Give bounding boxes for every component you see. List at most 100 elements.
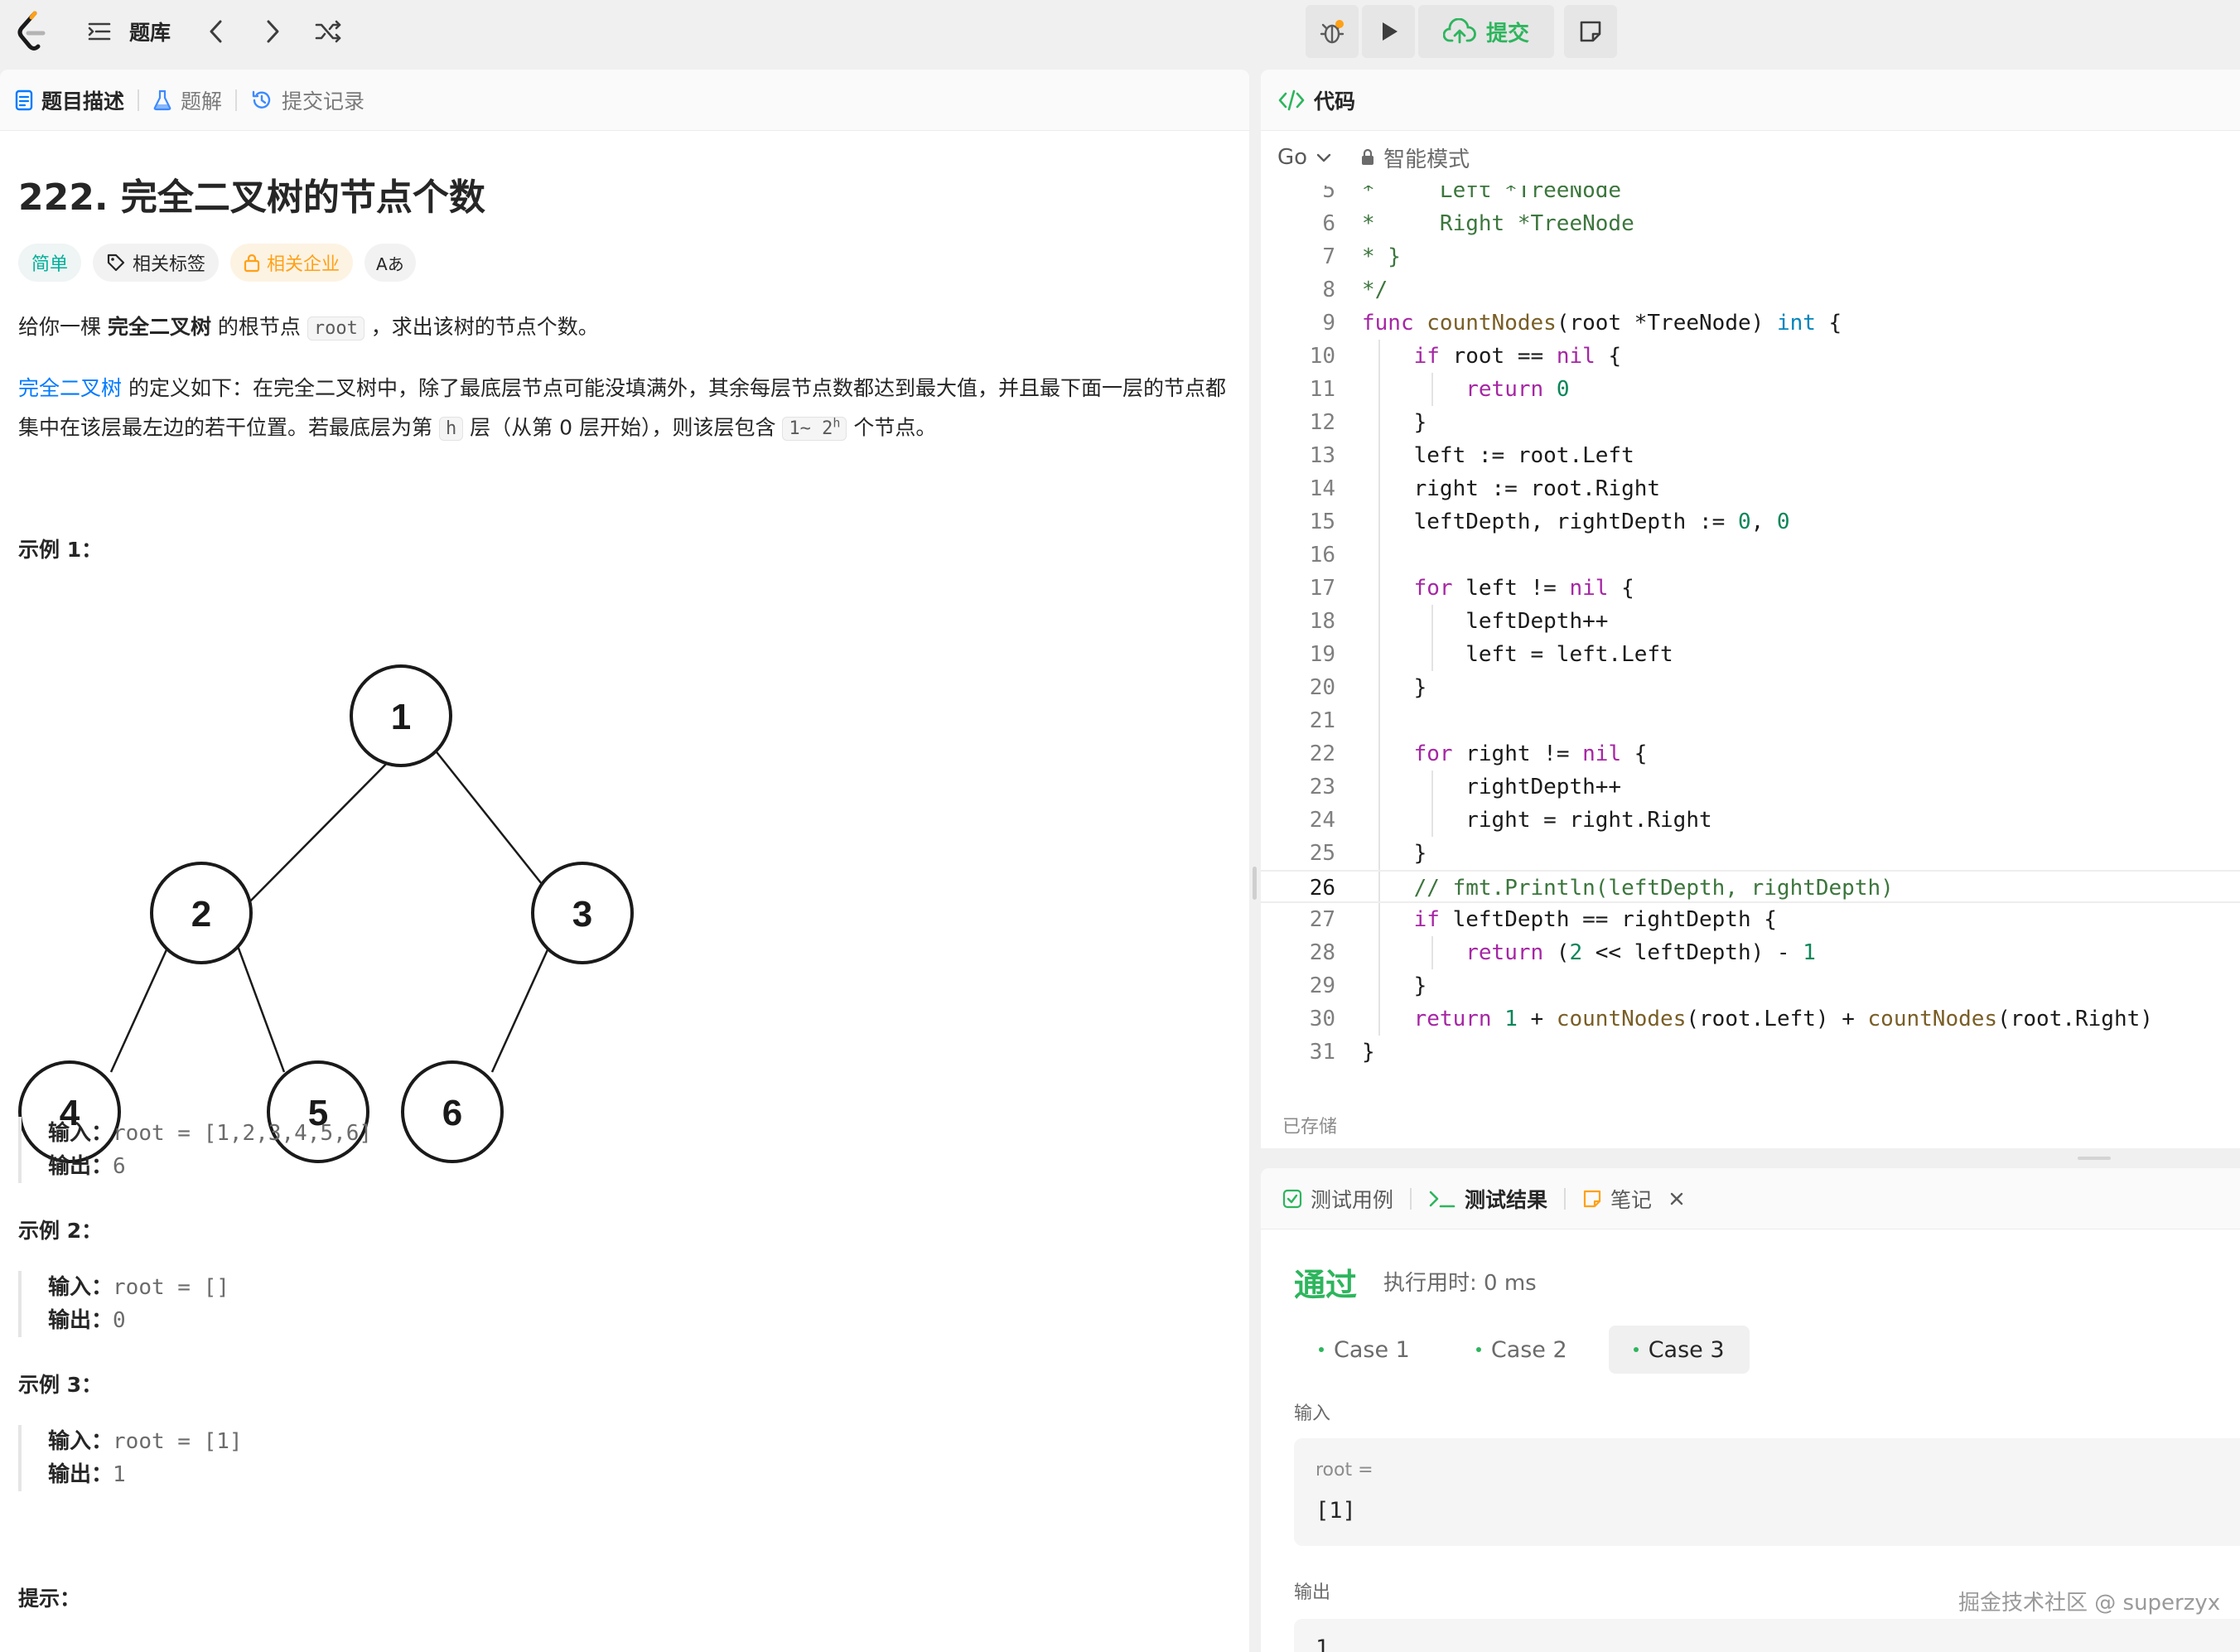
code-line[interactable]: 7 * } (1261, 240, 2240, 273)
code-line[interactable]: 25 } (1261, 837, 2240, 870)
submit-button[interactable]: 提交 (1418, 5, 1555, 58)
tab-submissions[interactable]: 提交记录 (250, 85, 364, 115)
top-bar: 题库 提交 (0, 0, 2240, 63)
code-brackets-icon (1278, 89, 1305, 110)
tab-test-result[interactable]: 测试结果 (1428, 1184, 1547, 1214)
code-line[interactable]: 8 */ (1261, 273, 2240, 307)
code-line[interactable]: 11 return 0 (1261, 373, 2240, 406)
input-value: [1] (1316, 1498, 1356, 1524)
result-tabs: 测试用例 测试结果 笔记 (1261, 1168, 2240, 1229)
related-companies-button[interactable]: 相关企业 (230, 244, 354, 282)
submit-label: 提交 (1486, 21, 1530, 46)
tab-solutions[interactable]: 题解 (152, 85, 222, 115)
line-number: 7 (1322, 244, 1335, 269)
problem-bank-link[interactable]: 题库 (129, 17, 171, 46)
example-output: 输出：0 (48, 1304, 229, 1337)
translate-button[interactable]: Aあ (364, 244, 416, 282)
pass-dot-icon (1475, 1347, 1481, 1352)
code-line[interactable]: 22 for right != nil { (1261, 737, 2240, 770)
code-line[interactable]: 10 if root == nil { (1261, 340, 2240, 373)
example-1-block: 输入：root = [1,2,3,4,5,6] 输出：6 (18, 1117, 372, 1183)
code-line[interactable]: 31} (1261, 1036, 2240, 1069)
case-tab-1[interactable]: Case 1 (1294, 1326, 1435, 1374)
line-number: 8 (1322, 278, 1335, 302)
example-tree-diagram: 1 2 3 4 5 6 (18, 664, 634, 1163)
code-line[interactable]: 9 func countNodes(root *TreeNode) int { (1261, 307, 2240, 340)
code-line[interactable]: 14 right := root.Right (1261, 472, 2240, 505)
problem-list-icon[interactable] (86, 18, 113, 45)
chevron-right-icon[interactable] (262, 17, 283, 46)
leetcode-logo-icon[interactable] (13, 10, 50, 53)
tab-solutions-label: 题解 (181, 89, 223, 114)
tree-node-label: 3 (572, 894, 592, 935)
code-line[interactable]: 23 rightDepth++ (1261, 770, 2240, 804)
tab-testcase[interactable]: 测试用例 (1282, 1184, 1393, 1214)
tab-separator (235, 89, 238, 111)
code-line[interactable]: 18 leftDepth++ (1261, 605, 2240, 638)
tab-notes[interactable]: 笔记 (1582, 1184, 1685, 1214)
code-line[interactable]: 24 right = right.Right (1261, 804, 2240, 837)
code-line[interactable]: 17 for left != nil { (1261, 572, 2240, 605)
code-line[interactable]: 21 (1261, 704, 2240, 737)
code-text: * } (1362, 244, 1401, 269)
tab-separator (1410, 1187, 1412, 1210)
code-line[interactable]: 26 // fmt.Println(leftDepth, rightDepth) (1261, 870, 2240, 903)
code-text: } (1362, 675, 1427, 700)
code-text: if root == nil { (1413, 344, 1622, 369)
case-tab-2[interactable]: Case 2 (1451, 1326, 1592, 1374)
code-text: for left != nil { (1413, 576, 1634, 601)
language-select[interactable]: Go (1277, 145, 1332, 170)
code-line[interactable]: 16 (1261, 539, 2240, 572)
complete-binary-tree-link[interactable]: 完全二叉树 (18, 376, 122, 400)
run-toolbar: 提交 (1306, 5, 1555, 58)
related-tags-button[interactable]: 相关标签 (93, 244, 220, 282)
code-text: leftDepth, rightDepth := 0, 0 (1362, 510, 1790, 534)
code-line[interactable]: 19 left = left.Left (1261, 638, 2240, 671)
tab-notes-label: 笔记 (1610, 1187, 1653, 1212)
panel-resize-handle[interactable] (1253, 867, 1257, 900)
example-3-label: 示例 3： (18, 1373, 103, 1397)
code-text: */ (1362, 278, 1388, 302)
code-line[interactable]: 29 } (1261, 969, 2240, 1002)
line-number: 24 (1309, 808, 1335, 833)
code-line[interactable]: 28 return (2 << leftDepth) - 1 (1261, 936, 2240, 969)
debug-button[interactable] (1306, 5, 1359, 58)
shuffle-icon[interactable] (313, 17, 343, 46)
run-button[interactable] (1362, 5, 1415, 58)
tab-description[interactable]: 题目描述 (15, 85, 124, 115)
input-value: root = [] (113, 1275, 229, 1300)
desc-bold: 完全二叉树 (107, 315, 211, 339)
code-line[interactable]: 13 left := root.Left (1261, 439, 2240, 472)
code-line[interactable]: 12 } (1261, 406, 2240, 439)
code-line[interactable]: 5 * Left *TreeNode (1261, 186, 2240, 207)
saved-status: 已存储 (1282, 1117, 1338, 1138)
smart-mode-select[interactable]: 智能模式 (1360, 142, 1470, 173)
tab-description-label: 题目描述 (41, 89, 125, 114)
code-text: right = right.Right (1362, 808, 1712, 833)
code-line[interactable]: 20 } (1261, 671, 2240, 704)
lock-icon (1362, 148, 1374, 165)
input-value: root = [1] (113, 1429, 243, 1454)
indent-guide (1431, 605, 1433, 671)
code-line[interactable]: 6 * Right *TreeNode (1261, 207, 2240, 240)
result-panel: 测试用例 测试结果 笔记 通过 执行用时: 0 ms Case 1 Case 2… (1261, 1168, 2240, 1652)
close-icon[interactable] (1668, 1191, 1685, 1207)
panel-resize-handle-horizontal[interactable] (2078, 1157, 2111, 1160)
example-input: 输入：root = [1,2,3,4,5,6] (48, 1117, 372, 1150)
history-icon (252, 90, 271, 109)
code-line[interactable]: 15 leftDepth, rightDepth := 0, 0 (1261, 505, 2240, 539)
case-tab-3[interactable]: Case 3 (1608, 1326, 1750, 1374)
note-button[interactable] (1564, 5, 1617, 58)
code-line[interactable]: 30 return 1 + countNodes(root.Left) + co… (1261, 1002, 2240, 1036)
line-number: 31 (1309, 1040, 1335, 1065)
line-number: 26 (1309, 876, 1335, 901)
code-line[interactable]: 27 if leftDepth == rightDepth { (1261, 903, 2240, 936)
chevron-left-icon[interactable] (205, 17, 227, 46)
translate-icon: Aあ (376, 254, 404, 274)
line-number: 20 (1309, 675, 1335, 700)
desc-text: 个节点。 (847, 415, 937, 440)
code-editor[interactable]: 5 * Left *TreeNode 6 * Right *TreeNode 7 * } 8… (1261, 186, 2240, 1097)
indent-guide (1431, 936, 1433, 969)
case-label: Case 3 (1648, 1336, 1725, 1363)
tab-separator (138, 89, 140, 111)
